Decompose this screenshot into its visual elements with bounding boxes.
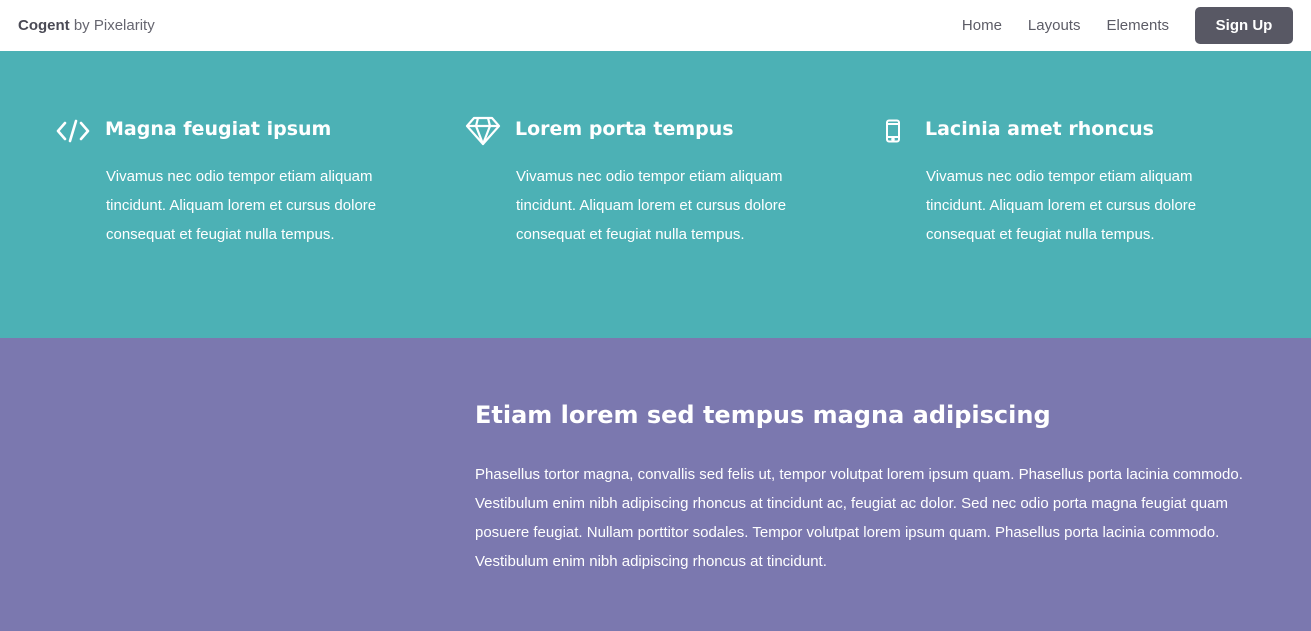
spotlight-text: Phasellus tortor magna, convallis sed fe… — [475, 466, 1243, 570]
nav-elements[interactable]: Elements — [1106, 17, 1169, 34]
feature-text: Vivamus nec odio tempor etiam aliquam ti… — [926, 168, 1197, 243]
feature-title: Magna feugiat ipsum — [105, 118, 332, 140]
feature-text: Vivamus nec odio tempor etiam aliquam ti… — [106, 168, 377, 243]
spotlight-title: Etiam lorem sed tempus magna adipiscing — [475, 401, 1051, 429]
brand-name[interactable]: Cogent — [18, 17, 70, 34]
nav-home[interactable]: Home — [962, 17, 1002, 34]
site-header: Cogent by Pixelarity Home Layouts Elemen… — [0, 0, 1311, 51]
brand-logo[interactable]: Cogent by Pixelarity — [18, 17, 155, 34]
code-icon — [55, 115, 91, 147]
features-section: Magna feugiat ipsum Vivamus nec odio tem… — [0, 51, 1311, 338]
feature-text: Vivamus nec odio tempor etiam aliquam ti… — [516, 168, 787, 243]
brand-byline[interactable]: by Pixelarity — [74, 17, 155, 34]
sign-up-button[interactable]: Sign Up — [1195, 7, 1293, 44]
mobile-icon — [875, 115, 911, 147]
feature-title: Lacinia amet rhoncus — [925, 118, 1154, 140]
diamond-icon — [465, 115, 501, 147]
spotlight-section: Etiam lorem sed tempus magna adipiscing … — [0, 338, 1311, 631]
main-nav: Home Layouts Elements Sign Up — [936, 7, 1293, 44]
nav-layouts[interactable]: Layouts — [1028, 17, 1081, 34]
feature-title: Lorem porta tempus — [515, 118, 734, 140]
